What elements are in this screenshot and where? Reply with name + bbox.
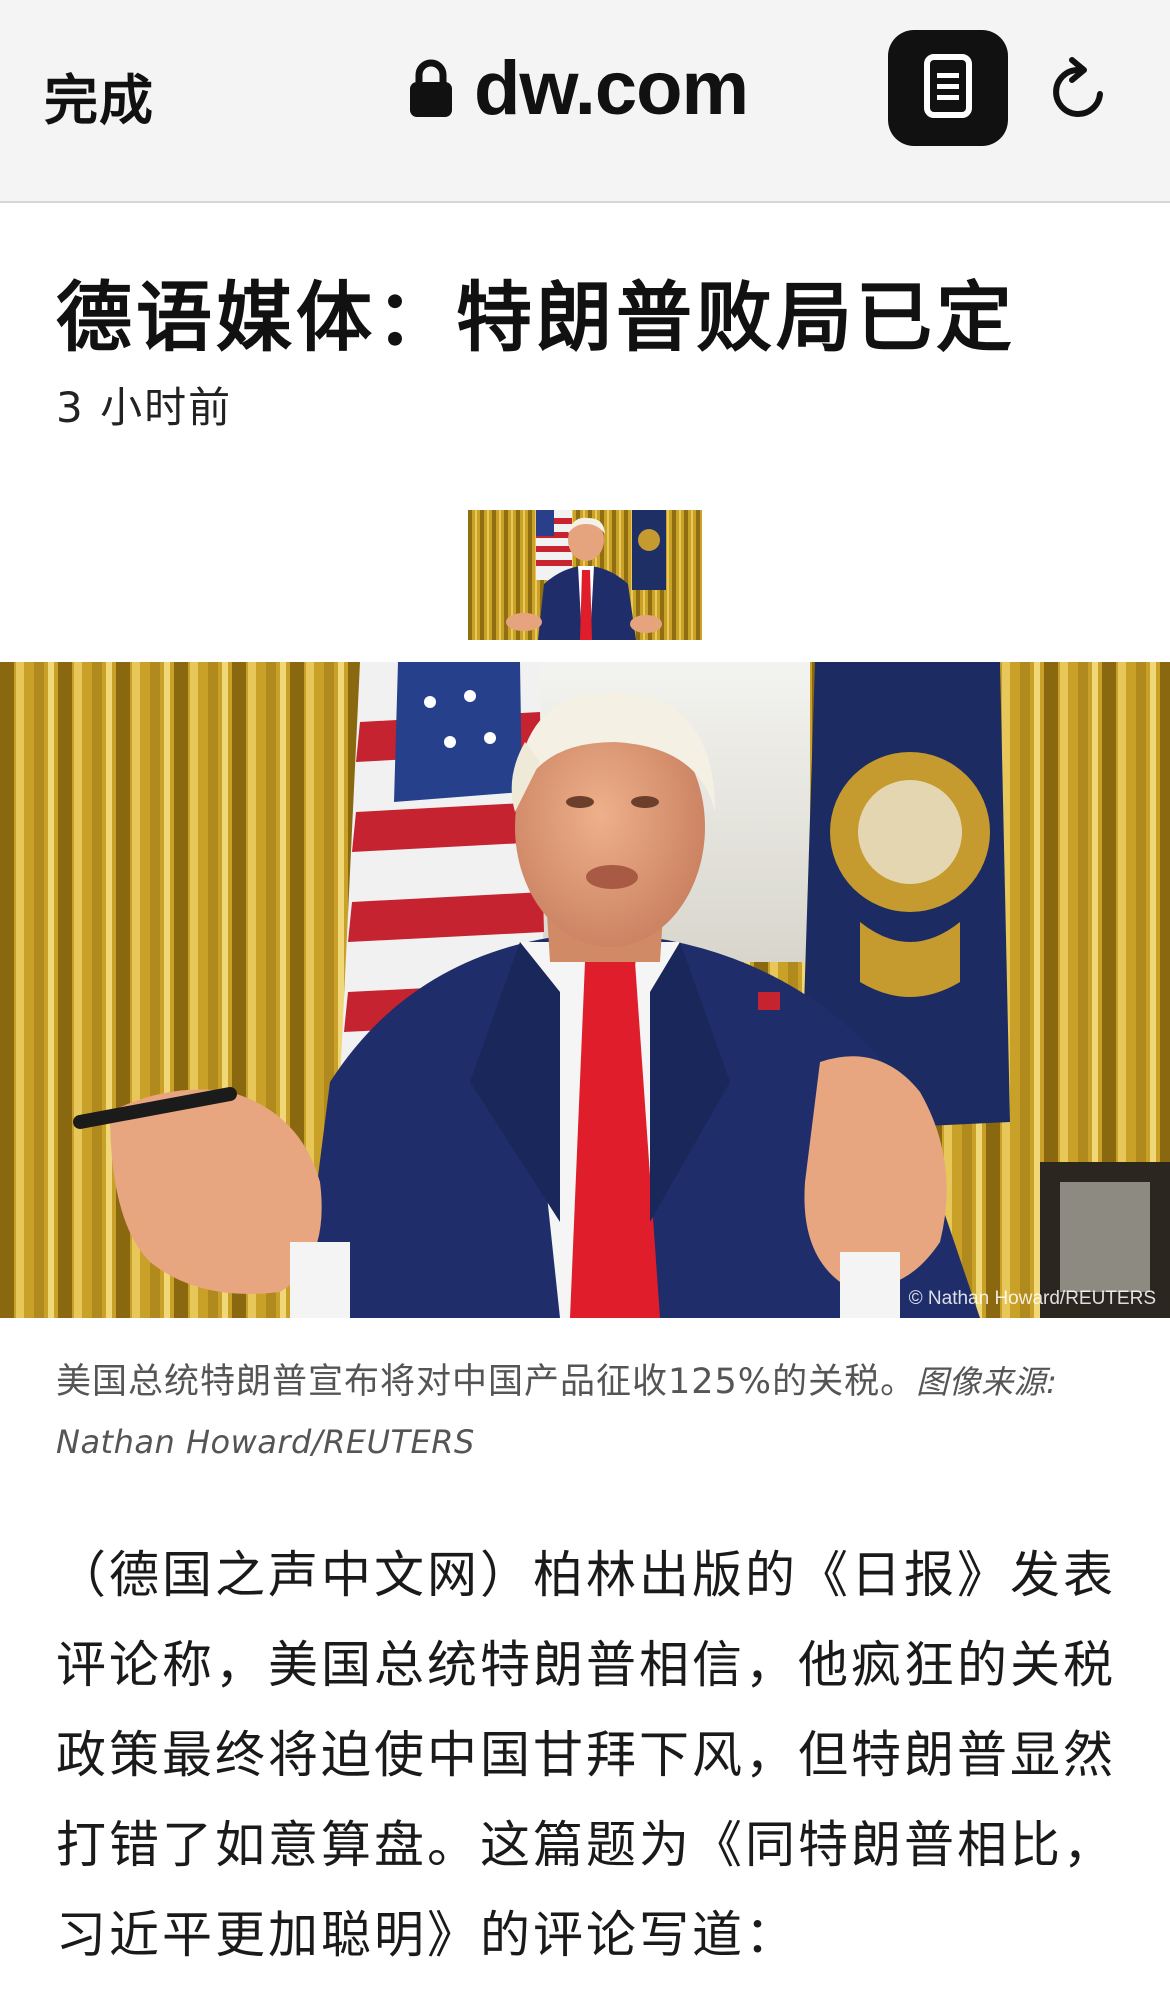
article-body-paragraph: （德国之声中文网）柏林出版的《日报》发表评论称，美国总统特朗普相信，他疯狂的关税… xyxy=(56,1546,1116,1964)
article-hero-photo[interactable]: © Nathan Howard/REUTERS xyxy=(0,662,1170,1318)
photo-credit-overlay: © Nathan Howard/REUTERS xyxy=(908,1288,1156,1309)
address-bar[interactable]: dw.com xyxy=(408,46,749,131)
url-text: dw.com xyxy=(474,45,749,131)
article-timestamp: 3 小时前 xyxy=(56,383,233,432)
reload-button[interactable] xyxy=(1046,56,1110,122)
photo-caption: 美国总统特朗普宣布将对中国产品征收125%的关税。图像来源: Nathan Ho… xyxy=(56,1352,1126,1472)
reload-icon xyxy=(1046,57,1110,126)
done-button[interactable]: 完成 xyxy=(44,56,154,135)
browser-toolbar: 完成 dw.com xyxy=(0,0,1170,203)
caption-text: 美国总统特朗普宣布将对中国产品征收125%的关税。 xyxy=(56,1362,917,1402)
reader-mode-button[interactable] xyxy=(888,30,1008,146)
article-thumbnail[interactable] xyxy=(468,510,702,640)
reader-mode-icon xyxy=(923,53,973,123)
article-title: 德语媒体：特朗普败局已定 xyxy=(56,273,1016,362)
lock-icon xyxy=(408,57,454,119)
